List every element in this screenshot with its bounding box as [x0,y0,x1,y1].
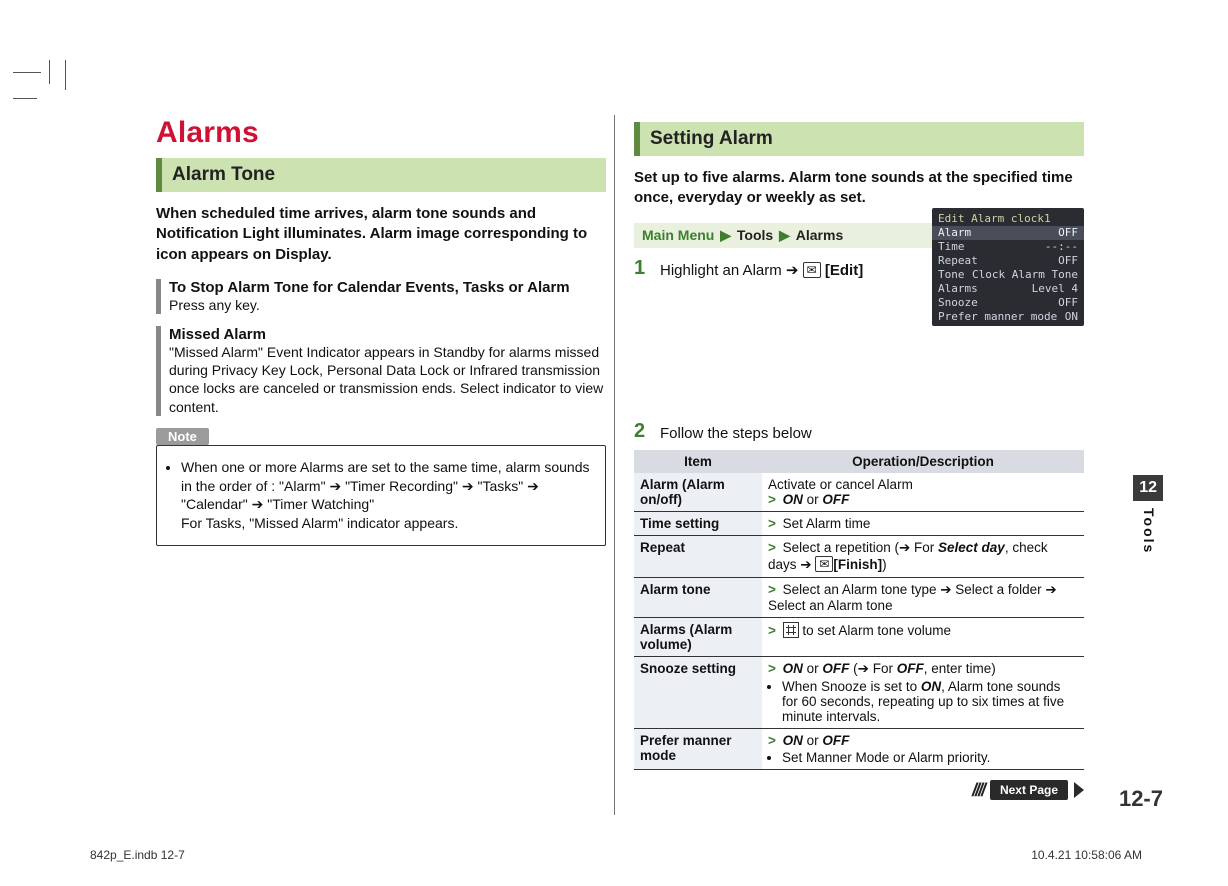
table-item-cell: Prefer manner mode [634,728,762,769]
table-row: Alarms (Alarm volume)> to set Alarm tone… [634,617,1084,656]
table-item-cell: Alarm tone [634,577,762,617]
table-op-cell: > Set Alarm time [762,511,1084,535]
next-page-hash-icon: //// [972,780,984,801]
phone-screenshot: Edit Alarm clock1 AlarmOFFTime--:--Repea… [932,208,1084,326]
table-op-cell: > ON or OFF (➔ For OFF, enter time)When … [762,656,1084,728]
table-op-cell: > Select a repetition (➔ For Select day,… [762,535,1084,577]
setting-alarm-intro: Set up to five alarms. Alarm tone sounds… [634,168,1084,209]
step-text: Highlight an Alarm ➔ ✉ [Edit] [660,258,863,281]
note-label: Note [156,428,209,445]
mail-key-icon: ✉ [803,262,821,278]
breadcrumb-tools: Tools [737,227,773,243]
step-1-text-a: Highlight an Alarm ➔ [660,262,803,279]
footer-right: 10.4.21 10:58:06 AM [1031,848,1142,862]
chapter-tab: 12 [1133,475,1163,501]
table-row: Snooze setting> ON or OFF (➔ For OFF, en… [634,656,1084,728]
page-content: Alarms Alarm Tone When scheduled time ar… [156,116,1086,799]
breadcrumb-main-menu: Main Menu [642,227,714,243]
note-item-text: For Tasks, "Missed Alarm" indicator appe… [181,515,458,531]
missed-alarm-block: Missed Alarm "Missed Alarm" Event Indica… [156,326,606,416]
breadcrumb-sep-icon: ▶ [720,227,731,243]
table-item-cell: Alarm (Alarm on/off) [634,473,762,512]
section-alarm-tone: Alarm Tone [156,158,606,192]
step-2: 2 Follow the steps below [634,421,1084,444]
table-row: Alarm (Alarm on/off)Activate or cancel A… [634,473,1084,512]
table-row: Repeat> Select a repetition (➔ For Selec… [634,535,1084,577]
screenshot-row: AlarmsLevel 4 [938,282,1078,296]
stop-alarm-block: To Stop Alarm Tone for Calendar Events, … [156,279,606,314]
note-item: When one or more Alarms are set to the s… [181,458,595,534]
screenshot-row: RepeatOFF [938,254,1078,268]
note-item-text: When one or more Alarms are set to the s… [181,459,590,513]
page-number: 12-7 [1119,786,1163,812]
screenshot-row: AlarmOFF [932,226,1084,240]
table-item-cell: Repeat [634,535,762,577]
operation-table: Item Operation/Description Alarm (Alarm … [634,450,1084,770]
screenshot-row: Time--:-- [938,240,1078,254]
screenshot-title: Edit Alarm clock1 [938,212,1078,226]
alarm-tone-intro: When scheduled time arrives, alarm tone … [156,204,606,265]
table-row: Prefer manner mode> ON or OFFSet Manner … [634,728,1084,769]
next-page-indicator: //// Next Page [972,780,1084,801]
stop-alarm-body: Press any key. [169,296,606,314]
note-section: Note When one or more Alarms are set to … [156,428,606,547]
step-number: 1 [634,258,650,278]
edit-label: [Edit] [825,262,863,279]
table-op-cell: > to set Alarm tone volume [762,617,1084,656]
screenshot-row: SnoozeOFF [938,296,1078,310]
section-setting-alarm: Setting Alarm [634,122,1084,156]
right-column: Setting Alarm Set up to five alarms. Ala… [634,116,1084,799]
screenshot-row: Prefer manner modeON [938,310,1078,324]
step-text: Follow the steps below [660,421,812,444]
table-op-cell: Activate or cancel Alarm> ON or OFF [762,473,1084,512]
table-op-cell: > ON or OFFSet Manner Mode or Alarm prio… [762,728,1084,769]
note-box: When one or more Alarms are set to the s… [156,445,606,547]
footer-left: 842p_E.indb 12-7 [90,848,185,862]
crop-marks [13,60,63,140]
breadcrumb-alarms: Alarms [796,227,843,243]
stop-alarm-title: To Stop Alarm Tone for Calendar Events, … [169,279,606,296]
table-item-cell: Snooze setting [634,656,762,728]
left-column: Alarms Alarm Tone When scheduled time ar… [156,116,606,799]
screenshot-row: ToneClock Alarm Tone [938,268,1078,282]
next-page-arrow-icon [1074,782,1084,798]
chapter-label: Tools [1141,508,1157,554]
missed-alarm-title: Missed Alarm [169,326,606,343]
table-item-cell: Alarms (Alarm volume) [634,617,762,656]
page-title: Alarms [156,116,606,150]
step-number: 2 [634,421,650,441]
table-op-cell: > Select an Alarm tone type ➔ Select a f… [762,577,1084,617]
missed-alarm-body: "Missed Alarm" Event Indicator appears i… [169,343,606,416]
breadcrumb-sep-icon: ▶ [779,227,790,243]
table-row: Time setting> Set Alarm time [634,511,1084,535]
table-head-op: Operation/Description [762,450,1084,473]
next-page-label: Next Page [990,780,1068,800]
table-row: Alarm tone> Select an Alarm tone type ➔ … [634,577,1084,617]
table-item-cell: Time setting [634,511,762,535]
table-head-item: Item [634,450,762,473]
